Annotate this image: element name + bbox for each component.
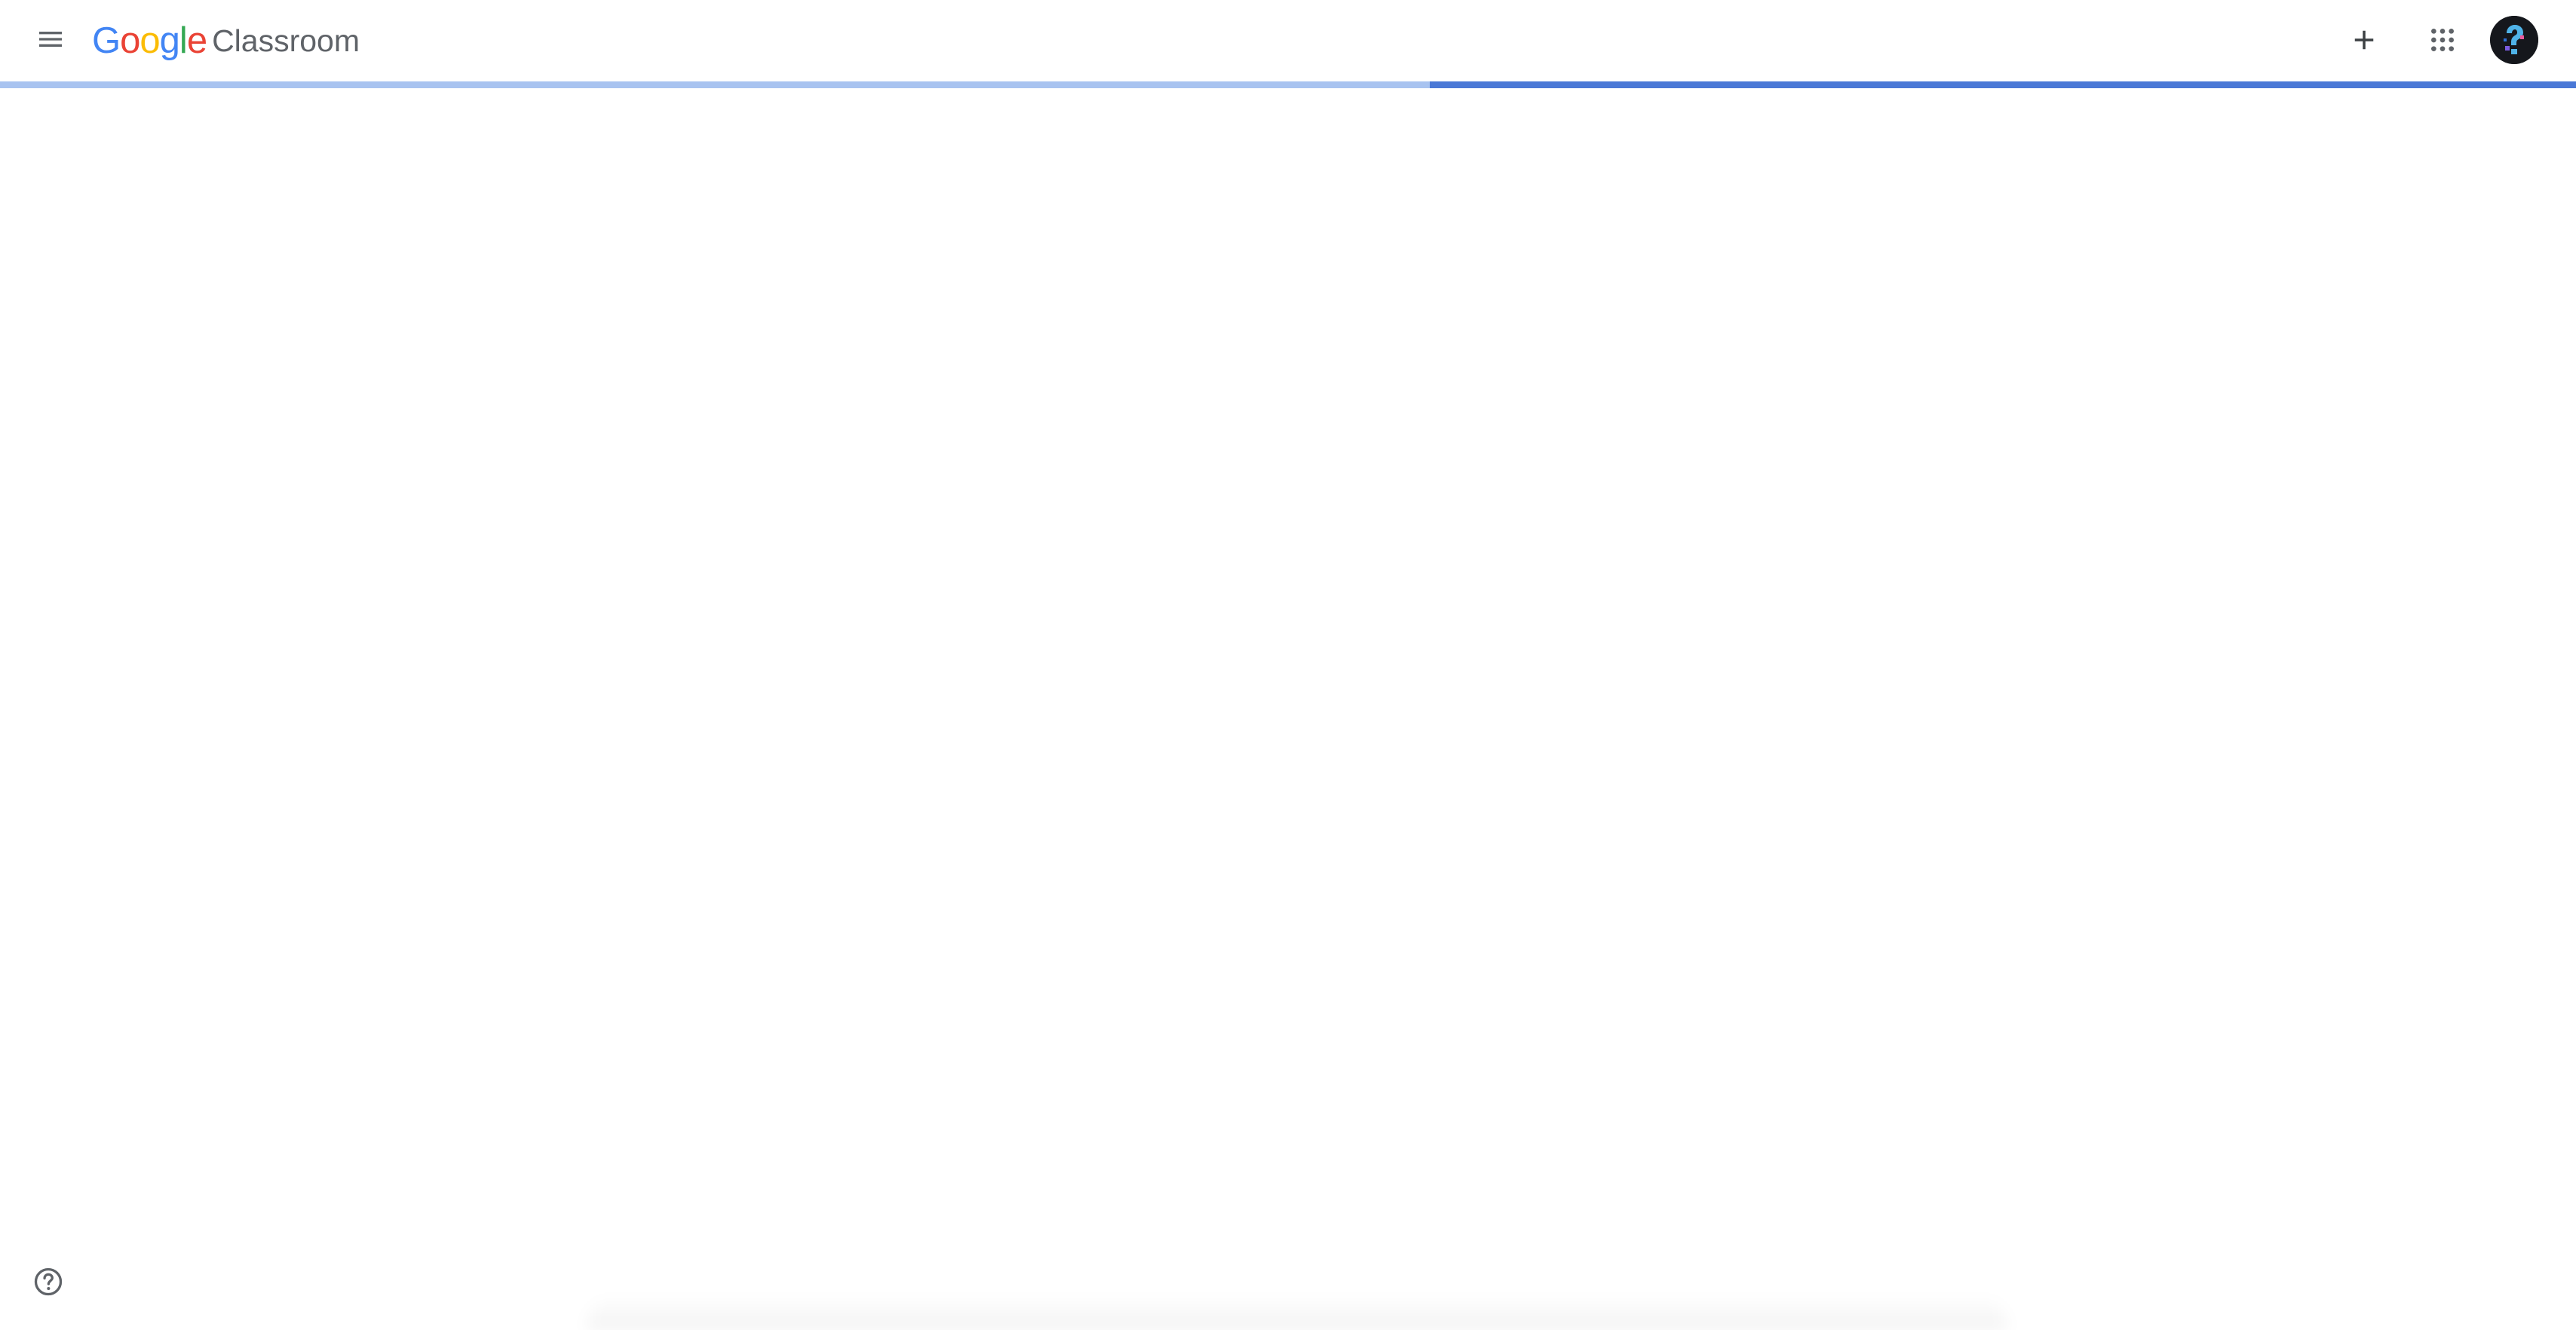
loading-progress-track bbox=[0, 81, 2576, 88]
apps-grid-icon bbox=[2431, 29, 2454, 51]
logo-letter: o bbox=[140, 20, 160, 61]
create-or-join-class-button[interactable] bbox=[2332, 8, 2397, 72]
google-apps-button[interactable] bbox=[2410, 8, 2475, 72]
top-app-bar: Google Classroom bbox=[0, 0, 2576, 88]
avatar-image bbox=[2490, 16, 2538, 64]
logo-letter: l bbox=[179, 20, 188, 61]
product-name: Classroom bbox=[212, 23, 360, 58]
main-menu-button[interactable] bbox=[18, 7, 83, 72]
hamburger-menu-icon bbox=[39, 32, 62, 47]
account-avatar[interactable] bbox=[2490, 16, 2538, 64]
help-circle-icon bbox=[34, 1267, 63, 1296]
logo-letter: o bbox=[120, 20, 140, 61]
help-button[interactable] bbox=[24, 1258, 72, 1306]
google-classroom-logo[interactable]: Google Classroom bbox=[92, 17, 360, 65]
logo-letter: G bbox=[92, 20, 121, 61]
logo-letter: g bbox=[159, 20, 180, 61]
loading-progress-bar bbox=[1429, 81, 2576, 88]
plus-icon bbox=[2354, 30, 2374, 50]
logo-letter: e bbox=[186, 20, 207, 61]
bottom-sheet-shadow bbox=[588, 1295, 2006, 1330]
google-wordmark: Google bbox=[92, 20, 207, 61]
